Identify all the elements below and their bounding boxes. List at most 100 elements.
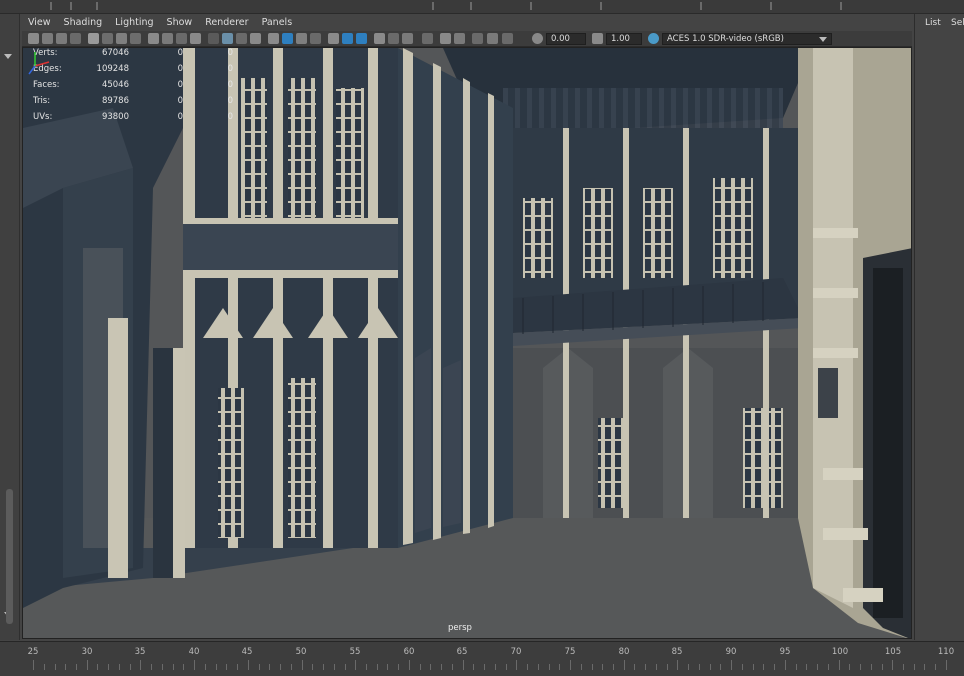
field-chart-icon[interactable] xyxy=(130,33,141,44)
default-material-icon[interactable] xyxy=(208,33,219,44)
timeline-tick xyxy=(935,664,937,670)
timeline-tick xyxy=(312,664,314,670)
two-panel-icon[interactable] xyxy=(487,33,498,44)
timeline-tick xyxy=(118,664,120,670)
lighting-icon[interactable] xyxy=(388,33,399,44)
grid-icon[interactable] xyxy=(88,33,99,44)
timeline-tick xyxy=(376,664,378,670)
chevron-down-icon[interactable] xyxy=(4,54,12,59)
timeline-tick xyxy=(462,660,464,670)
ambient-occlusion-icon[interactable] xyxy=(268,33,279,44)
timeline-tick xyxy=(258,664,260,670)
menu-list[interactable]: List xyxy=(925,18,941,28)
timeline-tick xyxy=(237,664,239,670)
timeline-tick xyxy=(387,664,389,670)
gamma-icon[interactable] xyxy=(592,33,603,44)
wireframe-icon[interactable] xyxy=(176,33,187,44)
timeline-tick xyxy=(720,664,722,670)
safe-title-icon[interactable] xyxy=(162,33,173,44)
smooth-shade-icon[interactable] xyxy=(190,33,201,44)
timeline-tick xyxy=(580,664,582,670)
timeline-tick xyxy=(161,664,163,670)
camera-select-icon[interactable] xyxy=(28,33,39,44)
timeline-tick xyxy=(408,660,410,670)
timeline-tick xyxy=(913,664,915,670)
exposure-field[interactable]: 0.00 xyxy=(546,33,586,45)
timeline-tick xyxy=(151,664,153,670)
timeline-tick xyxy=(688,664,690,670)
outliner-panel: List Sele xyxy=(914,14,964,640)
motion-blur-icon[interactable] xyxy=(282,33,293,44)
xray-active-icon[interactable] xyxy=(356,33,367,44)
isolate-select-icon[interactable] xyxy=(328,33,339,44)
timeline-tick xyxy=(666,664,668,670)
menu-shading[interactable]: Shading xyxy=(64,17,103,28)
timeline-tick xyxy=(344,664,346,670)
timeline-label: 50 xyxy=(295,647,307,657)
timeline-tick xyxy=(784,660,786,670)
menu-renderer[interactable]: Renderer xyxy=(205,17,248,28)
menu-show[interactable]: Show xyxy=(167,17,193,28)
view-transform-label: ACES 1.0 SDR-video (sRGB) xyxy=(667,34,784,44)
timeline-tick xyxy=(806,664,808,670)
four-panel-icon[interactable] xyxy=(502,33,513,44)
timeline-tick xyxy=(655,664,657,670)
timeline-tick xyxy=(43,664,45,670)
frame-all-icon[interactable] xyxy=(454,33,465,44)
timeline-tick xyxy=(494,664,496,670)
xray-icon[interactable] xyxy=(342,33,353,44)
timeline-tick xyxy=(65,664,67,670)
exposure-icon[interactable] xyxy=(532,33,543,44)
camera-attributes-icon[interactable] xyxy=(42,33,53,44)
menu-lighting[interactable]: Lighting xyxy=(115,17,153,28)
timeline-tick xyxy=(763,664,765,670)
timeline-label: 85 xyxy=(671,647,683,657)
layout-icon[interactable] xyxy=(472,33,483,44)
view-transform-select[interactable]: ACES 1.0 SDR-video (sRGB) xyxy=(662,33,832,45)
hud-value: 0 xyxy=(227,112,233,122)
timeline-tick xyxy=(795,664,797,670)
shading-icon[interactable] xyxy=(402,33,413,44)
gamma-field[interactable]: 1.00 xyxy=(606,33,642,45)
bookmark-icon[interactable] xyxy=(56,33,67,44)
timeline-label: 100 xyxy=(831,647,849,657)
hud-value: 67046 xyxy=(101,48,129,58)
menu-panels[interactable]: Panels xyxy=(262,17,293,28)
panel-menubar: View Shading Lighting Show Renderer Pane… xyxy=(22,14,912,31)
use-all-lights-icon[interactable] xyxy=(236,33,247,44)
timeline-tick xyxy=(698,664,700,670)
hud-label: UVs: xyxy=(33,112,53,122)
safe-action-icon[interactable] xyxy=(148,33,159,44)
xray-joints-icon[interactable] xyxy=(374,33,385,44)
shadows-icon[interactable] xyxy=(250,33,261,44)
film-gate-icon[interactable] xyxy=(102,33,113,44)
timeline-tick xyxy=(570,660,571,670)
hud-value: 45046 xyxy=(101,80,129,90)
timeline-tick xyxy=(269,664,271,670)
timeline-label: 65 xyxy=(456,647,468,657)
hud-value: 89786 xyxy=(101,96,129,106)
time-slider[interactable]: 25 30 35 40 45 50 55 60 65 70 75 80 85 9… xyxy=(0,641,964,676)
left-gutter xyxy=(0,14,20,640)
timeline-label: 70 xyxy=(510,647,522,657)
image-plane-icon[interactable] xyxy=(70,33,81,44)
resolution-gate-icon[interactable] xyxy=(116,33,127,44)
timeline-tick xyxy=(97,664,99,670)
timeline-tick xyxy=(365,664,367,670)
frame-selected-icon[interactable] xyxy=(440,33,451,44)
timeline-tick xyxy=(398,664,400,670)
timeline-tick xyxy=(54,664,56,670)
depth-of-field-icon[interactable] xyxy=(310,33,321,44)
select-icon[interactable] xyxy=(422,33,433,44)
timeline-tick xyxy=(484,664,486,670)
menu-view[interactable]: View xyxy=(28,17,51,28)
shelf-tick xyxy=(96,2,98,10)
vertical-scrollbar[interactable] xyxy=(6,489,13,624)
textured-icon[interactable] xyxy=(222,33,233,44)
hud-value: 0 xyxy=(227,96,233,106)
timeline-tick xyxy=(774,664,776,670)
perspective-viewport[interactable]: Verts: 67046 0 0 Edges: 109248 0 0 Faces… xyxy=(22,47,912,639)
color-management-icon[interactable] xyxy=(648,33,659,44)
menu-select[interactable]: Sele xyxy=(951,18,964,28)
anti-aliasing-icon[interactable] xyxy=(296,33,307,44)
